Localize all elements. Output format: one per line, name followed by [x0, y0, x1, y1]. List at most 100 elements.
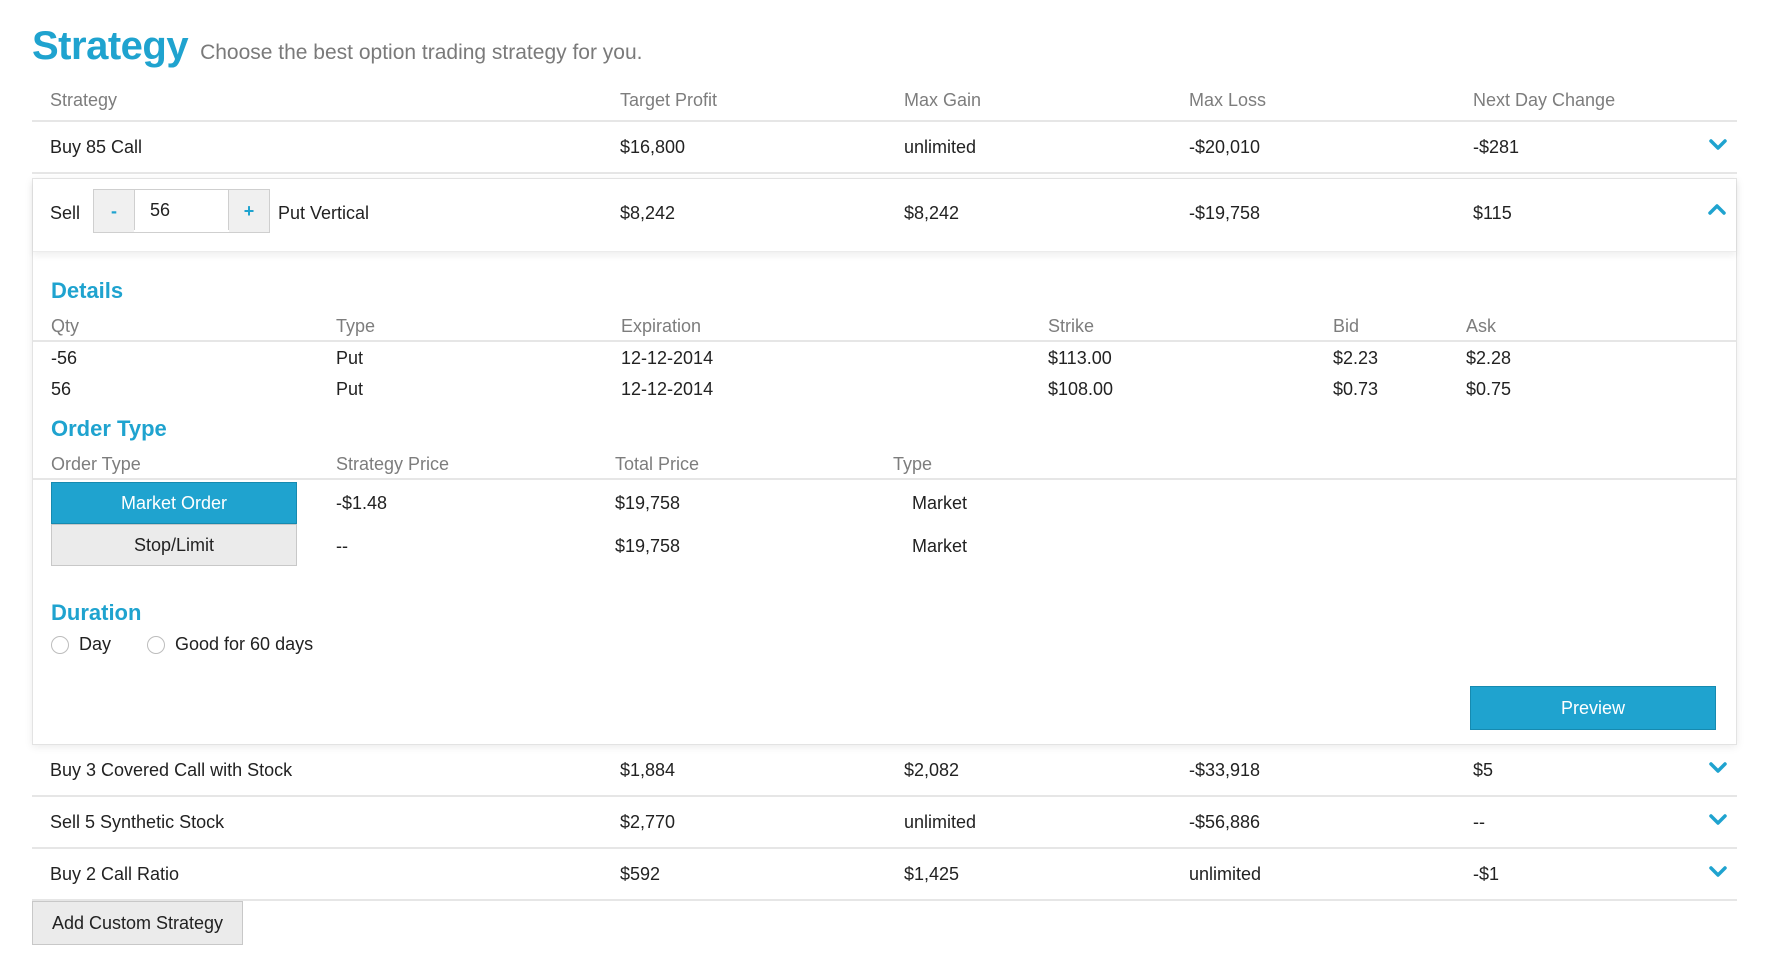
ask: $0.75 [1466, 379, 1512, 399]
details-header-ask: Ask [1466, 316, 1497, 336]
qty: 56 [51, 379, 72, 399]
max-loss: -$33,918 [1189, 760, 1261, 780]
strategy-row-covered-call[interactable]: Buy 3 Covered Call with Stock $1,884 $2,… [32, 745, 1737, 797]
total-price: $19,758 [615, 536, 681, 556]
chevron-down-icon[interactable] [1709, 139, 1727, 157]
details-header-strike: Strike [1048, 316, 1095, 336]
bid: $0.73 [1333, 379, 1379, 399]
strategy-name: Put Vertical [278, 203, 370, 223]
details-title: Details [51, 278, 124, 303]
max-gain: unlimited [904, 137, 977, 157]
strategy-name: Sell 5 Synthetic Stock [50, 812, 225, 832]
strategy-name: Buy 85 Call [50, 137, 143, 157]
max-loss: -$56,886 [1189, 812, 1261, 832]
duration-day-radio[interactable]: Day [51, 634, 111, 655]
chevron-down-icon[interactable] [1709, 762, 1727, 780]
duration-60-days-radio[interactable]: Good for 60 days [147, 634, 313, 655]
increment-button[interactable]: + [229, 190, 269, 232]
decrement-button[interactable]: - [94, 190, 134, 232]
column-header-max-loss: Max Loss [1189, 90, 1267, 110]
strategy-table-header: Strategy Target Profit Max Gain Max Loss… [32, 80, 1737, 122]
expanded-row-summary[interactable]: Sell - + Put Vertical $8,242 $8,242 -$19… [33, 179, 1736, 252]
table-row: 56 Put 12-12-2014 $108.00 $0.73 $0.75 [33, 373, 1736, 404]
page-subtitle: Choose the best option trading strategy … [200, 41, 643, 64]
column-header-strategy: Strategy [50, 90, 118, 110]
order-type-value: Market [912, 536, 968, 556]
radio-label: Good for 60 days [175, 634, 314, 654]
target-profit: $592 [620, 864, 661, 884]
strategy-row-call-ratio[interactable]: Buy 2 Call Ratio $592 $1,425 unlimited -… [32, 849, 1737, 901]
order-header-total-price: Total Price [615, 454, 700, 474]
max-loss: -$20,010 [1189, 137, 1261, 157]
column-header-next-day-change: Next Day Change [1473, 90, 1616, 110]
next-day-change: $5 [1473, 760, 1494, 780]
details-table-header: Qty Type Expiration Strike Bid Ask [33, 312, 1736, 342]
expanded-strategy-put-vertical: Sell - + Put Vertical $8,242 $8,242 -$19… [32, 178, 1737, 745]
expiration: 12-12-2014 [621, 379, 714, 399]
preview-area: Preview [33, 662, 1736, 744]
radio-button-icon[interactable] [147, 635, 165, 654]
next-day-change: $115 [1473, 203, 1512, 223]
chevron-down-icon[interactable] [1709, 866, 1727, 884]
type: Put [336, 348, 364, 368]
max-gain: $2,082 [904, 760, 960, 780]
title-row: Strategy Choose the best option trading … [32, 24, 1737, 80]
target-profit: $2,770 [620, 812, 676, 832]
quantity-input[interactable] [134, 190, 229, 230]
target-profit: $1,884 [620, 760, 676, 780]
target-profit: $16,800 [620, 137, 686, 157]
page-title: Strategy [32, 24, 189, 68]
quantity-stepper: - + [93, 189, 270, 233]
strategy-price: -- [336, 536, 348, 556]
strategy-price: -$1.48 [336, 493, 388, 513]
next-day-change: -$281 [1473, 137, 1520, 157]
total-price: $19,758 [615, 493, 681, 513]
max-gain: $8,242 [904, 203, 960, 223]
target-profit: $8,242 [620, 203, 676, 223]
duration-title: Duration [51, 600, 142, 625]
footer-actions: Add Custom Strategy [32, 901, 1737, 951]
strategy-name: Buy 3 Covered Call with Stock [50, 760, 293, 780]
preview-button[interactable]: Preview [1470, 686, 1716, 730]
order-header-type: Type [893, 454, 933, 474]
order-type-table-header: Order Type Strategy Price Total Price Ty… [33, 450, 1736, 480]
table-row: -56 Put 12-12-2014 $113.00 $2.23 $2.28 [33, 342, 1736, 373]
order-type-rows: Market Order -$1.48 $19,758 Market Stop/… [33, 480, 1736, 566]
next-day-change: -$1 [1473, 864, 1500, 884]
strategy-name: Buy 2 Call Ratio [50, 864, 180, 884]
stop-limit-button[interactable]: Stop/Limit [51, 524, 297, 566]
column-header-target-profit: Target Profit [620, 90, 718, 110]
strike: $113.00 [1048, 348, 1112, 368]
strike: $108.00 [1048, 379, 1114, 399]
order-type-value: Market [912, 493, 968, 513]
action-label: Sell [50, 203, 81, 223]
market-order-button[interactable]: Market Order [51, 482, 297, 524]
radio-label: Day [79, 634, 112, 654]
type: Put [336, 379, 364, 399]
details-header-expiration: Expiration [621, 316, 702, 336]
bid: $2.23 [1333, 348, 1379, 368]
ask: $2.28 [1466, 348, 1512, 368]
next-day-change: -- [1473, 812, 1485, 832]
details-header-qty: Qty [51, 316, 80, 336]
max-loss: unlimited [1189, 864, 1262, 884]
order-header-order-type: Order Type [51, 454, 141, 474]
column-header-max-gain: Max Gain [904, 90, 982, 110]
chevron-down-icon[interactable] [1709, 814, 1727, 832]
max-loss: -$19,758 [1189, 203, 1261, 223]
order-type-title: Order Type [51, 416, 167, 441]
max-gain: $1,425 [904, 864, 960, 884]
qty: -56 [51, 348, 78, 368]
max-gain: unlimited [904, 812, 977, 832]
strategy-panel: Strategy Choose the best option trading … [32, 24, 1737, 951]
strategy-row-synthetic-stock[interactable]: Sell 5 Synthetic Stock $2,770 unlimited … [32, 797, 1737, 849]
details-header-bid: Bid [1333, 316, 1360, 336]
expiration: 12-12-2014 [621, 348, 714, 368]
order-header-strategy-price: Strategy Price [336, 454, 450, 474]
details-header-type: Type [336, 316, 376, 336]
duration-options: Day Good for 60 days [33, 626, 1736, 662]
strategy-row-buy-85-call[interactable]: Buy 85 Call $16,800 unlimited -$20,010 -… [32, 122, 1737, 174]
radio-button-icon[interactable] [51, 635, 69, 654]
chevron-up-icon[interactable] [1708, 203, 1726, 215]
add-custom-strategy-button[interactable]: Add Custom Strategy [32, 901, 243, 945]
